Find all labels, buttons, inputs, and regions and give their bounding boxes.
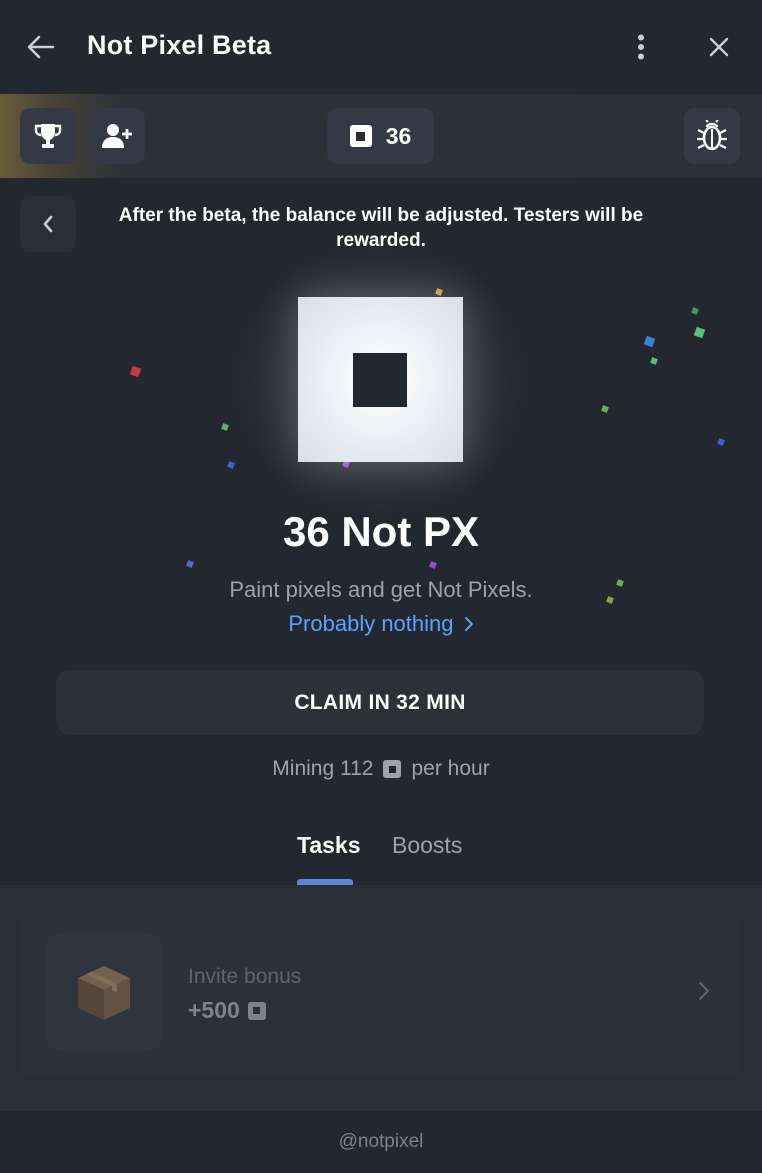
balance-badge[interactable]: 36 bbox=[327, 108, 434, 164]
mining-suffix: per hour bbox=[411, 757, 490, 780]
box-icon bbox=[78, 966, 130, 1020]
balance-amount: 36 Not PX bbox=[282, 508, 480, 555]
invite-friends-button[interactable] bbox=[89, 108, 145, 164]
pixel-icon bbox=[349, 125, 372, 147]
close-button[interactable] bbox=[702, 30, 736, 64]
chevron-right-icon bbox=[698, 981, 710, 1006]
bug-icon bbox=[697, 120, 727, 151]
claim-button[interactable]: CLAIM IN 32 MIN bbox=[56, 670, 704, 735]
task-item-invite-bonus[interactable]: Invite bonus +500 bbox=[20, 911, 740, 1077]
chevron-right-icon bbox=[464, 617, 473, 631]
mining-prefix: Mining 112 bbox=[272, 757, 374, 780]
back-button[interactable] bbox=[22, 30, 60, 64]
task-reward-amount: +500 bbox=[188, 997, 240, 1023]
probably-nothing-link[interactable]: Probably nothing bbox=[0, 611, 762, 637]
tab-boosts[interactable]: Boosts bbox=[392, 832, 462, 859]
beta-back-button[interactable] bbox=[20, 196, 76, 252]
close-icon bbox=[709, 37, 729, 57]
tasks-list: Invite bonus +500 bbox=[0, 885, 762, 1111]
user-plus-icon bbox=[102, 124, 132, 148]
more-vertical-icon bbox=[638, 34, 644, 60]
mining-rate: Mining 112 per hour bbox=[0, 757, 762, 781]
chevron-left-icon bbox=[43, 215, 53, 233]
tab-tasks[interactable]: Tasks bbox=[297, 832, 361, 859]
footer-handle: @notpixel bbox=[0, 1111, 762, 1173]
window-title: Not Pixel Beta bbox=[87, 30, 272, 60]
more-menu-button[interactable] bbox=[628, 30, 654, 64]
app-screen: Not Pixel Beta 36 After the beta, the ba… bbox=[0, 0, 762, 1173]
pixel-icon bbox=[383, 760, 402, 778]
trophy-icon bbox=[34, 124, 62, 148]
top-toolbar: 36 bbox=[0, 94, 762, 178]
subtitle: Paint pixels and get Not Pixels. bbox=[229, 577, 533, 602]
leaderboard-button[interactable] bbox=[20, 108, 76, 164]
pixel-icon bbox=[247, 1001, 266, 1020]
task-icon-container bbox=[45, 933, 163, 1051]
pixel-logo bbox=[298, 297, 463, 462]
balance-value: 36 bbox=[385, 122, 412, 149]
task-title: Invite bonus bbox=[188, 965, 302, 988]
task-reward: +500 bbox=[188, 997, 266, 1024]
link-label: Probably nothing bbox=[288, 611, 454, 636]
report-bug-button[interactable] bbox=[684, 108, 740, 164]
title-bar: Not Pixel Beta bbox=[0, 0, 762, 94]
arrow-left-icon bbox=[27, 35, 55, 59]
